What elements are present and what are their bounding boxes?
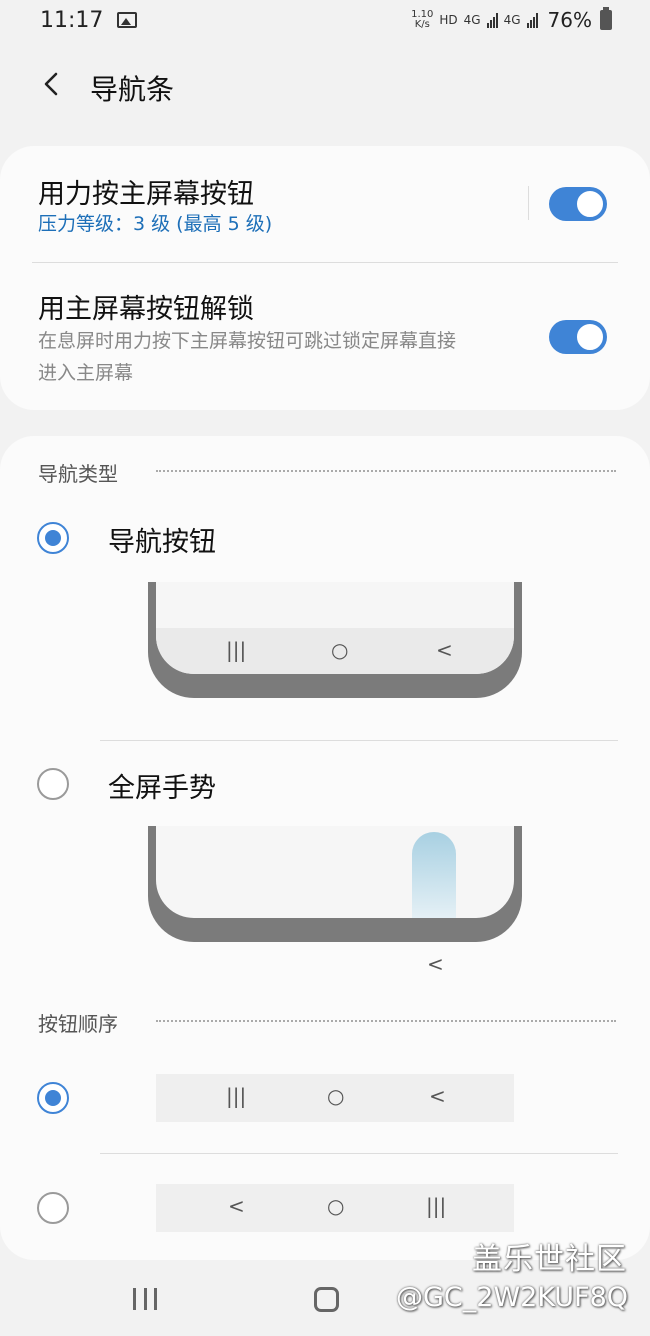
divider bbox=[100, 740, 618, 741]
unlock-toggle[interactable] bbox=[549, 320, 607, 354]
navigation-card: 导航类型 导航按钮 ||| ○ < 全屏手势 < 按钮顺序 ||| ○ < < … bbox=[0, 436, 650, 1260]
image-notification-icon bbox=[117, 12, 138, 28]
force-press-toggle[interactable] bbox=[549, 187, 607, 221]
network-speed: 1.10 K/s bbox=[411, 10, 433, 30]
back-icon: < bbox=[436, 638, 453, 662]
nav-option-label: 导航按钮 bbox=[108, 527, 216, 558]
back-icon: < bbox=[429, 1084, 446, 1108]
home-icon: ○ bbox=[331, 638, 349, 662]
signal-icon bbox=[526, 12, 538, 28]
nav-option-gestures[interactable]: 全屏手势 < bbox=[0, 752, 650, 982]
recent-apps-icon[interactable] bbox=[133, 1288, 157, 1310]
hd-indicator: HD bbox=[439, 13, 458, 27]
network-type-1: 4G bbox=[463, 13, 481, 27]
nav-buttons-preview: ||| ○ < bbox=[148, 582, 522, 698]
watermark-handle: @GC_2W2KUF8Q bbox=[396, 1282, 629, 1313]
home-icon: ○ bbox=[327, 1194, 345, 1218]
force-press-row[interactable]: 用力按主屏幕按钮 压力等级：3 级 (最高 5 级) bbox=[0, 146, 650, 262]
status-time: 11:17 bbox=[40, 7, 104, 33]
back-icon: < bbox=[228, 1194, 245, 1218]
gesture-hint bbox=[412, 832, 456, 918]
nav-buttons-radio[interactable] bbox=[37, 522, 69, 554]
row-divider bbox=[528, 186, 529, 220]
button-order-heading: 按钮顺序 bbox=[38, 1012, 118, 1036]
battery-icon bbox=[600, 7, 612, 30]
status-indicators: 1.10 K/s HD 4G 4G 76% bbox=[411, 7, 612, 32]
unlock-subtitle-line1: 在息屏时用力按下主屏幕按钮可跳过锁定屏幕直接 bbox=[38, 330, 457, 352]
recent-apps-icon: ||| bbox=[226, 1084, 247, 1108]
recent-apps-icon: ||| bbox=[426, 1194, 447, 1218]
order-2-radio[interactable] bbox=[37, 1192, 69, 1224]
nav-option-label: 全屏手势 bbox=[108, 773, 216, 804]
settings-card: 用力按主屏幕按钮 压力等级：3 级 (最高 5 级) 用主屏幕按钮解锁 在息屏时… bbox=[0, 146, 650, 410]
section-divider bbox=[156, 1020, 616, 1022]
home-icon: ○ bbox=[327, 1084, 345, 1108]
order-1-radio[interactable] bbox=[37, 1082, 69, 1114]
network-speed-unit: K/s bbox=[414, 19, 430, 30]
unlock-title: 用主屏幕按钮解锁 bbox=[38, 294, 254, 325]
order-preview: < ○ ||| bbox=[156, 1184, 514, 1232]
signal-icon bbox=[486, 12, 498, 28]
order-preview: ||| ○ < bbox=[156, 1074, 514, 1122]
back-icon: < bbox=[427, 952, 444, 976]
unlock-row[interactable]: 用主屏幕按钮解锁 在息屏时用力按下主屏幕按钮可跳过锁定屏幕直接 进入主屏幕 bbox=[0, 263, 650, 410]
nav-type-heading: 导航类型 bbox=[38, 462, 118, 486]
app-header: 导航条 bbox=[0, 60, 650, 108]
network-type-2: 4G bbox=[503, 13, 521, 27]
divider bbox=[100, 1153, 618, 1154]
status-bar: 11:17 1.10 K/s HD 4G 4G 76% bbox=[0, 0, 650, 40]
page-title: 导航条 bbox=[90, 73, 175, 106]
force-press-title: 用力按主屏幕按钮 bbox=[38, 179, 254, 210]
home-icon[interactable] bbox=[314, 1287, 339, 1312]
section-divider bbox=[156, 470, 616, 472]
battery-percentage: 76% bbox=[547, 8, 592, 32]
unlock-subtitle-line2: 进入主屏幕 bbox=[38, 362, 134, 384]
gestures-preview bbox=[148, 826, 522, 942]
button-order-option-1[interactable]: ||| ○ < bbox=[0, 1056, 650, 1148]
watermark-title: 盖乐世社区 bbox=[472, 1242, 627, 1277]
gestures-radio[interactable] bbox=[37, 768, 69, 800]
recent-apps-icon: ||| bbox=[226, 638, 247, 662]
force-press-subtitle: 压力等级：3 级 (最高 5 级) bbox=[38, 213, 273, 235]
nav-option-buttons[interactable]: 导航按钮 ||| ○ < bbox=[0, 506, 650, 740]
chevron-left-icon[interactable] bbox=[38, 70, 66, 98]
